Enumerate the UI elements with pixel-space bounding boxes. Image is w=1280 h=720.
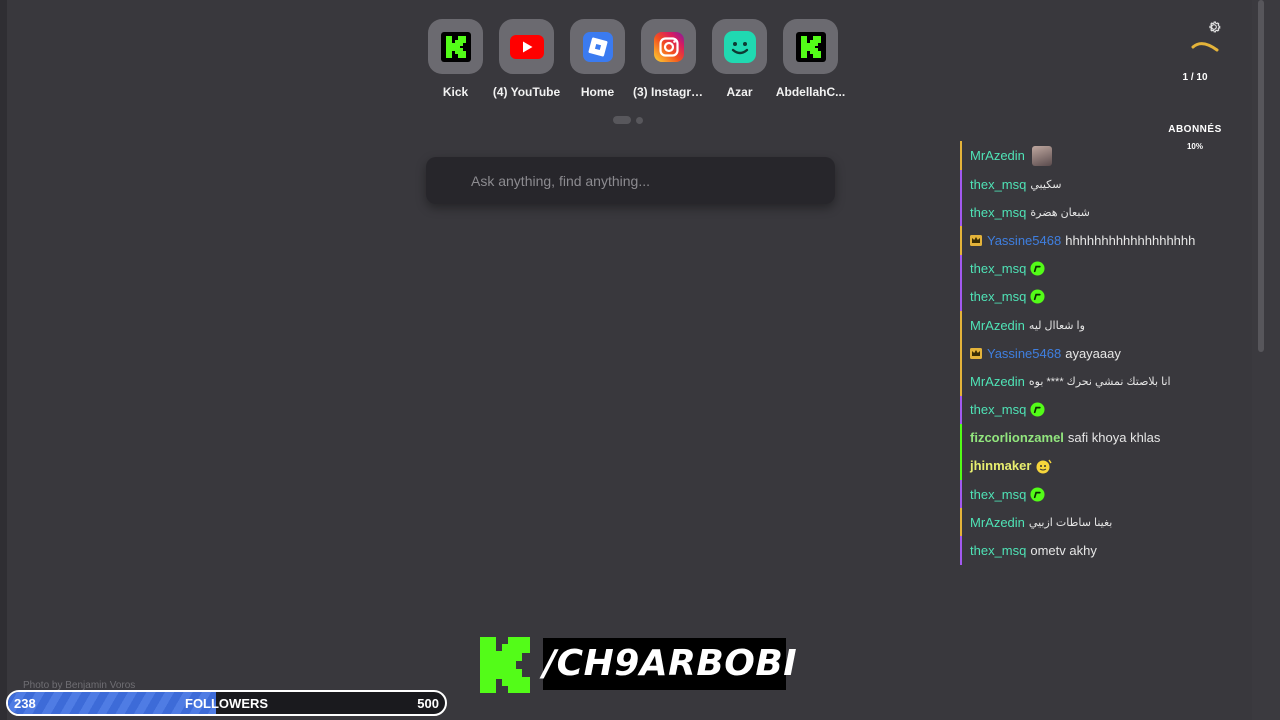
kick-icon — [795, 31, 826, 62]
avatar-emote — [1031, 145, 1052, 166]
chat-message: thex_msq — [960, 254, 1210, 283]
chat-message: Yassine5468 hhhhhhhhhhhhhhhhhh — [960, 226, 1210, 255]
chat-username[interactable]: MrAzedin — [970, 318, 1025, 333]
azar-icon — [723, 30, 756, 63]
chat-username[interactable]: MrAzedin — [970, 515, 1025, 530]
chat-username[interactable]: thex_msq — [970, 402, 1026, 417]
page-scrollbar[interactable] — [1252, 0, 1280, 720]
channel-handle: /CH9ARBOBI — [543, 638, 797, 690]
chat-text: بغينا ساطات ازبيي — [1028, 516, 1113, 529]
chat-message: thex_msq — [960, 480, 1210, 509]
shortcut-label: (3) Instagra... — [633, 85, 704, 99]
chat-message: MrAzedin وا شعاال ليه — [960, 310, 1210, 340]
shortcut-pager[interactable] — [613, 116, 643, 124]
shortcut-label: AbdellahC... — [775, 85, 846, 99]
crown-icon — [970, 234, 982, 246]
goal-title: ABONNÉS — [1168, 124, 1222, 135]
chat-message: jhinmaker — [960, 451, 1210, 481]
chat-username[interactable]: thex_msq — [970, 289, 1026, 304]
chat-message: thex_msq سكيبي — [960, 170, 1210, 199]
kick-emote — [1030, 487, 1045, 502]
chat-username[interactable]: fizcorlionzamel — [970, 430, 1064, 445]
left-edge-strip — [0, 0, 7, 720]
chat-username[interactable]: MrAzedin — [970, 148, 1025, 163]
chat-message: thex_msq — [960, 395, 1210, 424]
kick-emote — [1030, 402, 1045, 417]
shortcut-tile[interactable] — [712, 19, 767, 74]
kick-emote — [1030, 261, 1045, 276]
stream-overlay-page: Kick (4) YouTube Home (3) Instagra... Az… — [0, 0, 1280, 720]
shortcut-instagram[interactable]: (3) Instagra... — [633, 19, 704, 99]
shortcut-tile[interactable] — [783, 19, 838, 74]
shortcut-tile[interactable] — [428, 19, 483, 74]
crown-icon — [970, 347, 982, 359]
chat-username[interactable]: Yassine5468 — [987, 346, 1061, 361]
kick-logo-icon — [480, 637, 530, 693]
chat-username[interactable]: thex_msq — [970, 261, 1026, 276]
chat-username[interactable]: thex_msq — [970, 177, 1026, 192]
chat-username[interactable]: thex_msq — [970, 205, 1026, 220]
chat-username[interactable]: Yassine5468 — [987, 233, 1061, 248]
chat-text: ometv akhy — [1030, 543, 1097, 559]
chat-username[interactable]: thex_msq — [970, 487, 1026, 502]
gear-icon[interactable] — [1206, 19, 1222, 35]
chat-text: سكيبي — [1030, 178, 1062, 191]
chat-message: MrAzedin — [960, 141, 1210, 170]
followers-label: FOLLOWERS — [185, 696, 269, 711]
chat-message: Yassine5468 ayayaaay — [960, 339, 1210, 368]
shortcut-youtube[interactable]: (4) YouTube — [491, 19, 562, 99]
youtube-icon — [509, 34, 544, 59]
shortcut-label: Kick — [442, 85, 469, 99]
search-input[interactable] — [471, 157, 821, 204]
kick-icon — [440, 31, 471, 62]
chat-message: fizcorlionzamel safi khoya khlas — [960, 423, 1210, 452]
shortcut-tile[interactable] — [570, 19, 625, 74]
instagram-icon — [653, 31, 684, 62]
pager-dot[interactable] — [636, 116, 643, 124]
chat-username[interactable]: MrAzedin — [970, 374, 1025, 389]
roblox-icon — [582, 31, 613, 62]
chat-text: وا شعاال ليه — [1028, 319, 1085, 332]
chat-message: thex_msq — [960, 282, 1210, 311]
goal-counter: 1 / 10 — [1182, 72, 1208, 83]
chat-message: thex_msq ometv akhy — [960, 536, 1210, 565]
followers-goal-bar: 238 FOLLOWERS 500 — [6, 690, 447, 716]
smiley-emote — [1036, 459, 1053, 474]
chat-feed: MrAzedin thex_msq سكيبي thex_msq شبعان ه… — [960, 141, 1210, 565]
followers-current: 238 — [14, 696, 36, 711]
shortcut-roblox-home[interactable]: Home — [562, 19, 633, 99]
chat-message: MrAzedin انا بلاصتك نمشي نحرك **** بوه — [960, 367, 1210, 396]
chat-text: انا بلاصتك نمشي نحرك **** بوه — [1028, 375, 1171, 388]
shortcut-tile[interactable] — [499, 19, 554, 74]
shortcut-azar[interactable]: Azar — [704, 19, 775, 99]
chat-username[interactable]: jhinmaker — [970, 458, 1031, 473]
chat-text: شبعان هضرة — [1030, 206, 1090, 219]
kick-emote — [1030, 289, 1045, 304]
chat-text: hhhhhhhhhhhhhhhhhh — [1065, 232, 1196, 248]
shortcut-kick[interactable]: Kick — [420, 19, 491, 99]
chat-message: thex_msq شبعان هضرة — [960, 198, 1210, 227]
search-box[interactable] — [426, 157, 835, 204]
shortcut-label: Azar — [726, 85, 753, 99]
pager-dot-active[interactable] — [613, 116, 631, 124]
chat-message: MrAzedin بغينا ساطات ازبيي — [960, 508, 1210, 537]
chat-text: safi khoya khlas — [1067, 430, 1161, 446]
goal-progress-arc — [1191, 42, 1219, 52]
shortcut-row: Kick (4) YouTube Home (3) Instagra... Az… — [420, 19, 846, 99]
followers-goal: 500 — [417, 696, 439, 711]
scrollbar-thumb[interactable] — [1258, 0, 1264, 352]
shortcut-label: Home — [580, 85, 615, 99]
chat-username[interactable]: thex_msq — [970, 543, 1026, 558]
shortcut-label: (4) YouTube — [492, 85, 561, 99]
shortcut-tile[interactable] — [641, 19, 696, 74]
chat-text: ayayaaay — [1065, 345, 1121, 361]
shortcut-abdellah-kick[interactable]: AbdellahC... — [775, 19, 846, 99]
